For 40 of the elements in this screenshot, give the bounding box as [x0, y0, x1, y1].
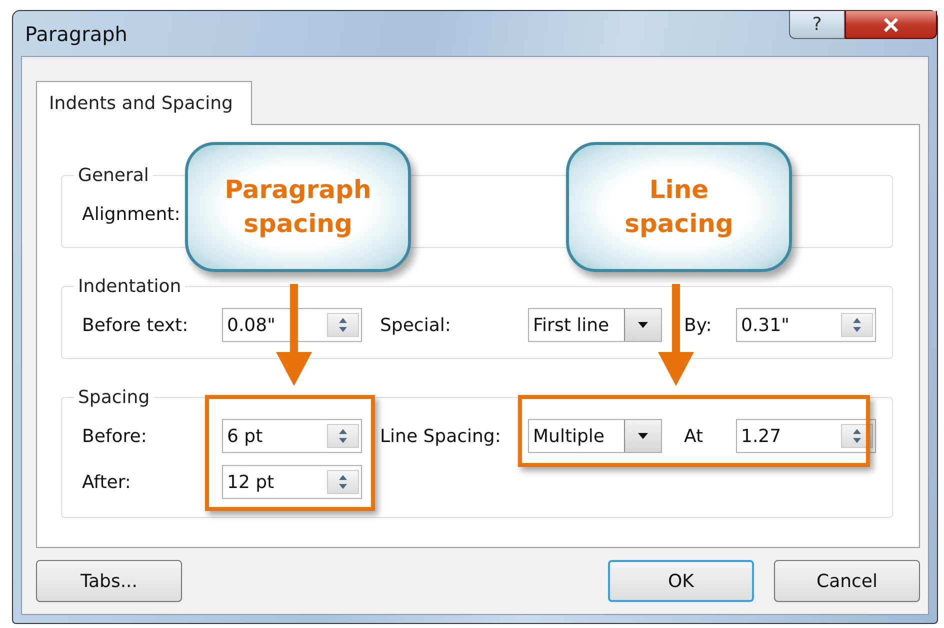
dialog-button[interactable]: Tabs...	[36, 560, 182, 602]
field-label: Special:	[380, 314, 452, 336]
field-label: By:	[684, 314, 713, 336]
up-arrow-icon[interactable]	[850, 316, 864, 324]
field-label: At	[684, 426, 704, 446]
spin-field[interactable]: 0.31"	[736, 308, 876, 342]
field-label: Before:	[82, 426, 148, 446]
help-button[interactable]: ?	[789, 11, 845, 39]
down-arrow-icon[interactable]	[336, 483, 350, 491]
spin-field[interactable]: 12 pt	[222, 465, 362, 499]
group-title: Spacing	[77, 387, 151, 408]
callout-text: Line spacing	[624, 174, 734, 240]
group-title: Indentation	[77, 276, 182, 297]
field-label: Line Spacing:	[380, 426, 502, 446]
up-arrow-icon[interactable]	[850, 427, 864, 435]
dialog-button[interactable]: Cancel	[774, 560, 920, 602]
dialog-button[interactable]: OK	[608, 560, 754, 602]
close-button[interactable]	[845, 11, 937, 39]
tab[interactable]: Indents and Spacing	[36, 81, 252, 125]
spin-field[interactable]: 0.08"	[222, 308, 362, 342]
down-arrow-icon[interactable]	[336, 437, 350, 445]
up-arrow-icon[interactable]	[336, 473, 350, 481]
up-arrow-icon[interactable]	[336, 427, 350, 435]
spin-field[interactable]: 1.27	[736, 419, 876, 453]
field-label: After:	[82, 472, 132, 492]
callout-text: Paragraph spacing	[224, 174, 372, 240]
field-label: Alignment:	[82, 204, 182, 224]
dropdown[interactable]: First line	[528, 308, 662, 342]
group-title: General	[77, 165, 150, 186]
dropdown-arrow-icon	[636, 321, 650, 329]
spin-field[interactable]: 6 pt	[222, 419, 362, 453]
field-label: Before text:	[82, 314, 190, 336]
up-arrow-icon[interactable]	[336, 316, 350, 324]
dropdown-arrow-icon	[636, 432, 650, 440]
close-icon	[881, 16, 901, 32]
down-arrow-icon[interactable]	[850, 326, 864, 334]
window-title: Paragraph	[25, 22, 128, 46]
down-arrow-icon[interactable]	[850, 437, 864, 445]
down-arrow-icon[interactable]	[336, 326, 350, 334]
dropdown[interactable]: Multiple	[528, 419, 662, 453]
